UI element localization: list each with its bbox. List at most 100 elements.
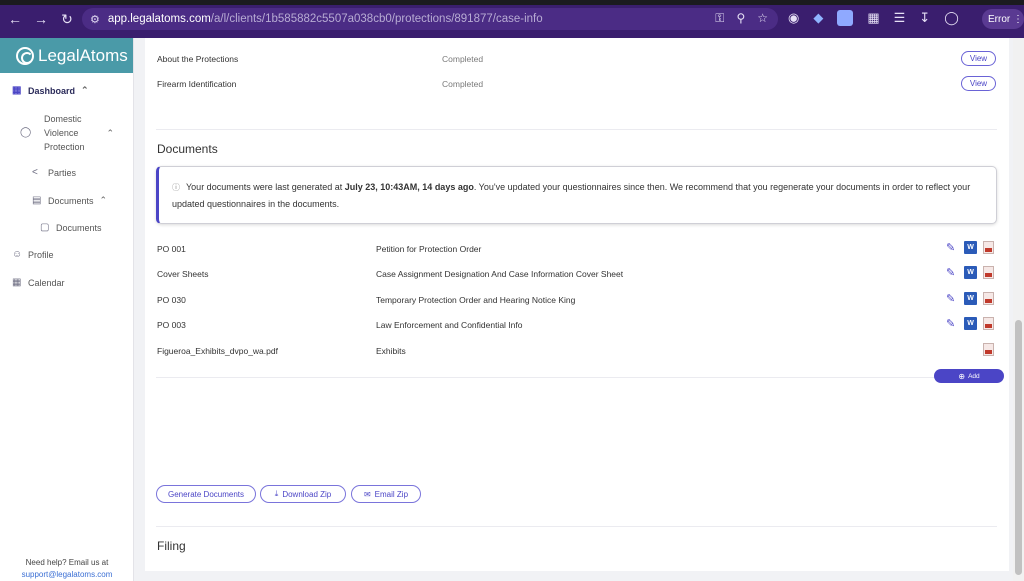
- browser-toolbar: ← → ↻ ⚙ app.legalatoms.com/a/l/clients/1…: [0, 0, 1024, 38]
- sidebar-item-documents-group[interactable]: ▤ Documents ⌃: [32, 195, 107, 206]
- download-icon[interactable]: ↧: [919, 10, 930, 26]
- sidebar-item-label: Domestic Violence Protection: [36, 112, 85, 154]
- download-zip-button[interactable]: ⤓ Download Zip: [260, 485, 346, 503]
- site-settings-icon[interactable]: ⚙: [90, 13, 100, 26]
- edit-pencil-icon[interactable]: ✎: [946, 292, 958, 305]
- generate-documents-button[interactable]: Generate Documents: [156, 485, 256, 503]
- sidebar-item-parties[interactable]: < Parties: [32, 167, 77, 179]
- sidebar-item-documents[interactable]: ▢ Documents: [40, 222, 102, 234]
- info-icon: ⓘ: [172, 183, 180, 192]
- logo-text: LegalAtoms: [38, 45, 128, 65]
- document-actions: ✎ W: [946, 241, 994, 254]
- puzzle-extension-icon[interactable]: ◆: [813, 10, 823, 26]
- protection-row-name: About the Protections: [157, 54, 239, 64]
- email-label: Email Zip: [374, 489, 409, 499]
- document-actions: ✎ W: [946, 266, 994, 279]
- document-title: Exhibits: [376, 346, 406, 356]
- folder-icon: ▤: [32, 194, 42, 206]
- email-zip-button[interactable]: ✉ Email Zip: [351, 485, 421, 503]
- edit-pencil-icon[interactable]: ✎: [946, 241, 958, 254]
- scrollbar-thumb[interactable]: [1015, 320, 1022, 575]
- address-bar[interactable]: ⚙ app.legalatoms.com/a/l/clients/1b58588…: [82, 8, 778, 30]
- word-download-icon[interactable]: W: [964, 266, 977, 279]
- add-label: Add: [968, 372, 980, 380]
- document-title: Petition for Protection Order: [376, 244, 482, 254]
- sidebar: LegalAtoms ▦ Dashboard ⌃ ◯ Domestic Viol…: [0, 38, 134, 581]
- document-title: Case Assignment Designation And Case Inf…: [376, 269, 624, 279]
- view-button[interactable]: View: [961, 51, 996, 66]
- document-actions: ✎ W: [946, 317, 994, 330]
- document-actions: [983, 343, 994, 356]
- pdf-download-icon[interactable]: [983, 343, 994, 356]
- protection-row-name: Firearm Identification: [157, 79, 237, 89]
- word-download-icon[interactable]: W: [964, 292, 977, 305]
- extensions-icon[interactable]: ▦: [867, 10, 879, 26]
- document-icon: ▢: [40, 222, 50, 233]
- back-icon[interactable]: ←: [4, 8, 26, 30]
- reload-icon[interactable]: ↻: [56, 8, 78, 30]
- page-scrollbar[interactable]: [1013, 38, 1024, 581]
- share-icon: <: [32, 167, 38, 178]
- bookmark-star-icon[interactable]: ☆: [757, 11, 768, 26]
- media-icon[interactable]: ☰: [894, 10, 906, 26]
- url-path: /a/l/clients/1b585882c5507a038cb0/protec…: [210, 13, 543, 25]
- add-document-button[interactable]: ⊕ Add: [934, 369, 1004, 383]
- sidebar-item-profile[interactable]: ☺ Profile: [12, 249, 54, 261]
- document-title: Temporary Protection Order and Hearing N…: [376, 295, 576, 305]
- user-icon: ☺: [12, 249, 23, 260]
- chevron-up-icon: ⌃: [99, 195, 108, 205]
- logo-icon: [16, 46, 34, 65]
- word-download-icon[interactable]: W: [964, 317, 977, 330]
- forward-icon[interactable]: →: [30, 8, 52, 30]
- label-line-1: Domestic: [44, 114, 82, 124]
- pdf-download-icon[interactable]: [983, 317, 994, 330]
- pdf-download-icon[interactable]: [983, 266, 994, 279]
- download-icon: ⤓: [274, 489, 279, 498]
- sidebar-item-label: Dashboard: [28, 85, 76, 96]
- url-host: app.legalatoms.com: [107, 13, 211, 25]
- divider: [156, 129, 997, 130]
- tab-strip: [0, 0, 1024, 5]
- divider: [156, 377, 936, 378]
- document-code: PO 001: [157, 244, 186, 254]
- error-chip[interactable]: Error ⋮: [982, 9, 1024, 29]
- sidebar-item-label: Documents: [56, 223, 102, 233]
- camera-extension-icon[interactable]: ◉: [788, 10, 799, 26]
- label-line-2: Violence: [44, 128, 79, 138]
- sidebar-item-dashboard[interactable]: ▦ Dashboard ⌃: [12, 85, 89, 96]
- protection-row-status: Completed: [442, 79, 484, 89]
- zoom-icon[interactable]: ⚲: [736, 11, 745, 26]
- documents-heading: Documents: [157, 142, 218, 156]
- edit-pencil-icon[interactable]: ✎: [946, 317, 958, 330]
- download-label: Download Zip: [282, 489, 332, 499]
- clipped-row-text: [157, 34, 159, 43]
- pdf-download-icon[interactable]: [983, 292, 994, 305]
- divider: [156, 526, 997, 527]
- help-email-link[interactable]: support@legalatoms.com: [0, 570, 134, 579]
- document-code: Figueroa_Exhibits_dvpo_wa.pdf: [157, 346, 278, 356]
- regenerate-alert: ⓘ Your documents were last generated at J…: [156, 166, 997, 224]
- sidebar-item-label: Documents: [48, 195, 94, 206]
- sidebar-item-label: Profile: [28, 250, 54, 260]
- extension-badge-icon[interactable]: [837, 10, 854, 26]
- key-icon[interactable]: ⚿: [715, 11, 724, 26]
- alert-timestamp: July 23, 10:43AM, 14 days ago: [344, 182, 474, 192]
- grid-icon: ▦: [12, 84, 22, 96]
- word-download-icon[interactable]: W: [964, 241, 977, 254]
- document-code: PO 030: [157, 295, 186, 305]
- profile-ext-icon[interactable]: ◯: [944, 10, 959, 26]
- document-code: PO 003: [157, 320, 186, 330]
- pdf-download-icon[interactable]: [983, 241, 994, 254]
- edit-pencil-icon[interactable]: ✎: [946, 266, 958, 279]
- sidebar-item-label: Parties: [48, 168, 77, 178]
- sidebar-item-calendar[interactable]: ▦ Calendar: [12, 277, 65, 289]
- help-text: Need help? Email us at: [25, 558, 109, 567]
- plus-circle-icon: ⊕: [958, 371, 966, 381]
- calendar-icon: ▦: [12, 277, 22, 288]
- sidebar-item-domestic-violence[interactable]: ◯ Domestic Violence Protection ⌃: [20, 112, 114, 154]
- document-actions: ✎ W: [946, 292, 994, 305]
- view-button[interactable]: View: [961, 76, 996, 91]
- chevron-up-icon: ⌃: [106, 127, 115, 138]
- logo[interactable]: LegalAtoms: [0, 38, 133, 73]
- alert-prefix: Your documents were last generated at: [186, 182, 345, 192]
